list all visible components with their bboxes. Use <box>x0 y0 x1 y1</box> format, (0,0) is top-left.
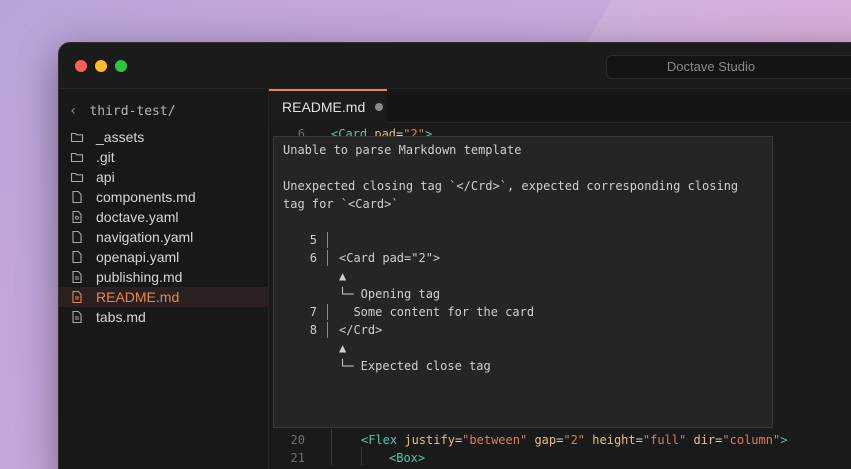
sidebar-item-label: api <box>96 169 115 185</box>
snippet-gutter-bar <box>327 250 328 266</box>
code-token: "between" <box>462 433 528 447</box>
code-token: "column" <box>722 433 781 447</box>
snippet-gutter-bar <box>327 232 328 248</box>
snippet-gutter-bar <box>327 304 328 320</box>
file-lines-icon <box>70 310 96 324</box>
title-bar: Doctave Studio <box>59 43 851 89</box>
code-token: height <box>592 433 636 447</box>
sidebar-item-label: tabs.md <box>96 309 146 325</box>
snippet-line-number: 7 <box>309 305 317 319</box>
sidebar-item[interactable]: doctave.yaml <box>59 207 269 227</box>
snippet-line-number: 5 <box>309 233 317 247</box>
error-message-line-2: tag for `<Card>` <box>283 197 399 211</box>
sidebar-item[interactable]: publishing.md <box>59 267 269 287</box>
tab-readme[interactable]: README.md <box>269 89 387 123</box>
folder-icon <box>70 130 96 144</box>
snippet-gutter-bar <box>327 322 328 338</box>
indent-guide <box>361 447 362 465</box>
code-line: <Flex justify="between" gap="2" height="… <box>361 431 787 449</box>
settings-file-icon <box>70 210 96 224</box>
sidebar-item-label: components.md <box>96 189 196 205</box>
file-tree: _assets .git api components.md doctave.yaml n… <box>59 127 269 327</box>
sidebar-item-label: navigation.yaml <box>96 229 194 245</box>
file-lines-icon <box>70 270 96 284</box>
unsaved-dot-icon <box>375 103 384 111</box>
sidebar-item-label: openapi.yaml <box>96 249 180 265</box>
snippet-text: ▲ <box>339 341 347 355</box>
code-token: gap <box>534 433 557 447</box>
code-token: "2" <box>563 433 586 447</box>
folder-name: third-test/ <box>89 103 176 119</box>
error-title: Unable to parse Markdown template <box>283 143 522 157</box>
sidebar-item-label: .git <box>96 149 115 165</box>
code-token: dir <box>693 433 716 447</box>
snippet-line-number: 8 <box>309 323 317 337</box>
folder-header[interactable]: ‹ third-test/ <box>69 101 176 121</box>
folder-icon <box>70 150 96 164</box>
file-sidebar: ‹ third-test/ _assets .git api components.m… <box>59 89 269 469</box>
line-number: 20 <box>290 433 305 447</box>
chevron-left-icon[interactable]: ‹ <box>69 103 77 119</box>
sidebar-item[interactable]: README.md <box>59 287 269 307</box>
sidebar-item-label: _assets <box>96 129 145 145</box>
tab-label: README.md <box>282 99 366 115</box>
sidebar-item-label: doctave.yaml <box>96 209 179 225</box>
line-number: 21 <box>290 451 305 465</box>
sidebar-item[interactable]: tabs.md <box>59 307 269 327</box>
sidebar-item[interactable]: .git <box>59 147 269 167</box>
snippet-text: <Card pad="2"> <box>339 251 441 265</box>
code-token: justify <box>404 433 455 447</box>
code-line: <Box> <box>389 449 425 467</box>
snippet-text: </Crd> <box>339 323 383 337</box>
code-token: = <box>635 433 643 447</box>
sidebar-item[interactable]: openapi.yaml <box>59 247 269 267</box>
folder-icon <box>70 170 96 184</box>
minimize-window-button[interactable] <box>95 60 107 72</box>
error-hover-popup: Unable to parse Markdown template Unexpe… <box>273 136 773 428</box>
error-message-line-1: Unexpected closing tag `</Crd>`, expecte… <box>283 179 739 193</box>
sidebar-item[interactable]: api <box>59 167 269 187</box>
tab-bar: README.md <box>269 89 851 123</box>
code-token: <Flex <box>361 433 405 447</box>
code-token: > <box>780 433 788 447</box>
close-window-button[interactable] <box>75 60 87 72</box>
sidebar-item-label: publishing.md <box>96 269 183 285</box>
file-icon <box>70 190 96 204</box>
sidebar-item[interactable]: navigation.yaml <box>59 227 269 247</box>
maximize-window-button[interactable] <box>115 60 127 72</box>
snippet-text: ▲ <box>339 269 347 283</box>
file-icon <box>70 230 96 244</box>
window-title: Doctave Studio <box>606 55 851 79</box>
snippet-line-number: 6 <box>309 251 317 265</box>
snippet-text: └─ Opening tag <box>339 287 441 301</box>
sidebar-item[interactable]: _assets <box>59 127 269 147</box>
sidebar-item[interactable]: components.md <box>59 187 269 207</box>
file-lines-icon <box>70 290 96 304</box>
sidebar-item-label: README.md <box>96 289 180 305</box>
code-token: <Box> <box>389 451 426 465</box>
snippet-text: Some content for the card <box>339 305 535 319</box>
code-token: "full" <box>642 433 687 447</box>
file-icon <box>70 250 96 264</box>
snippet-text: └─ Expected close tag <box>339 359 491 373</box>
indent-guide <box>331 429 332 465</box>
